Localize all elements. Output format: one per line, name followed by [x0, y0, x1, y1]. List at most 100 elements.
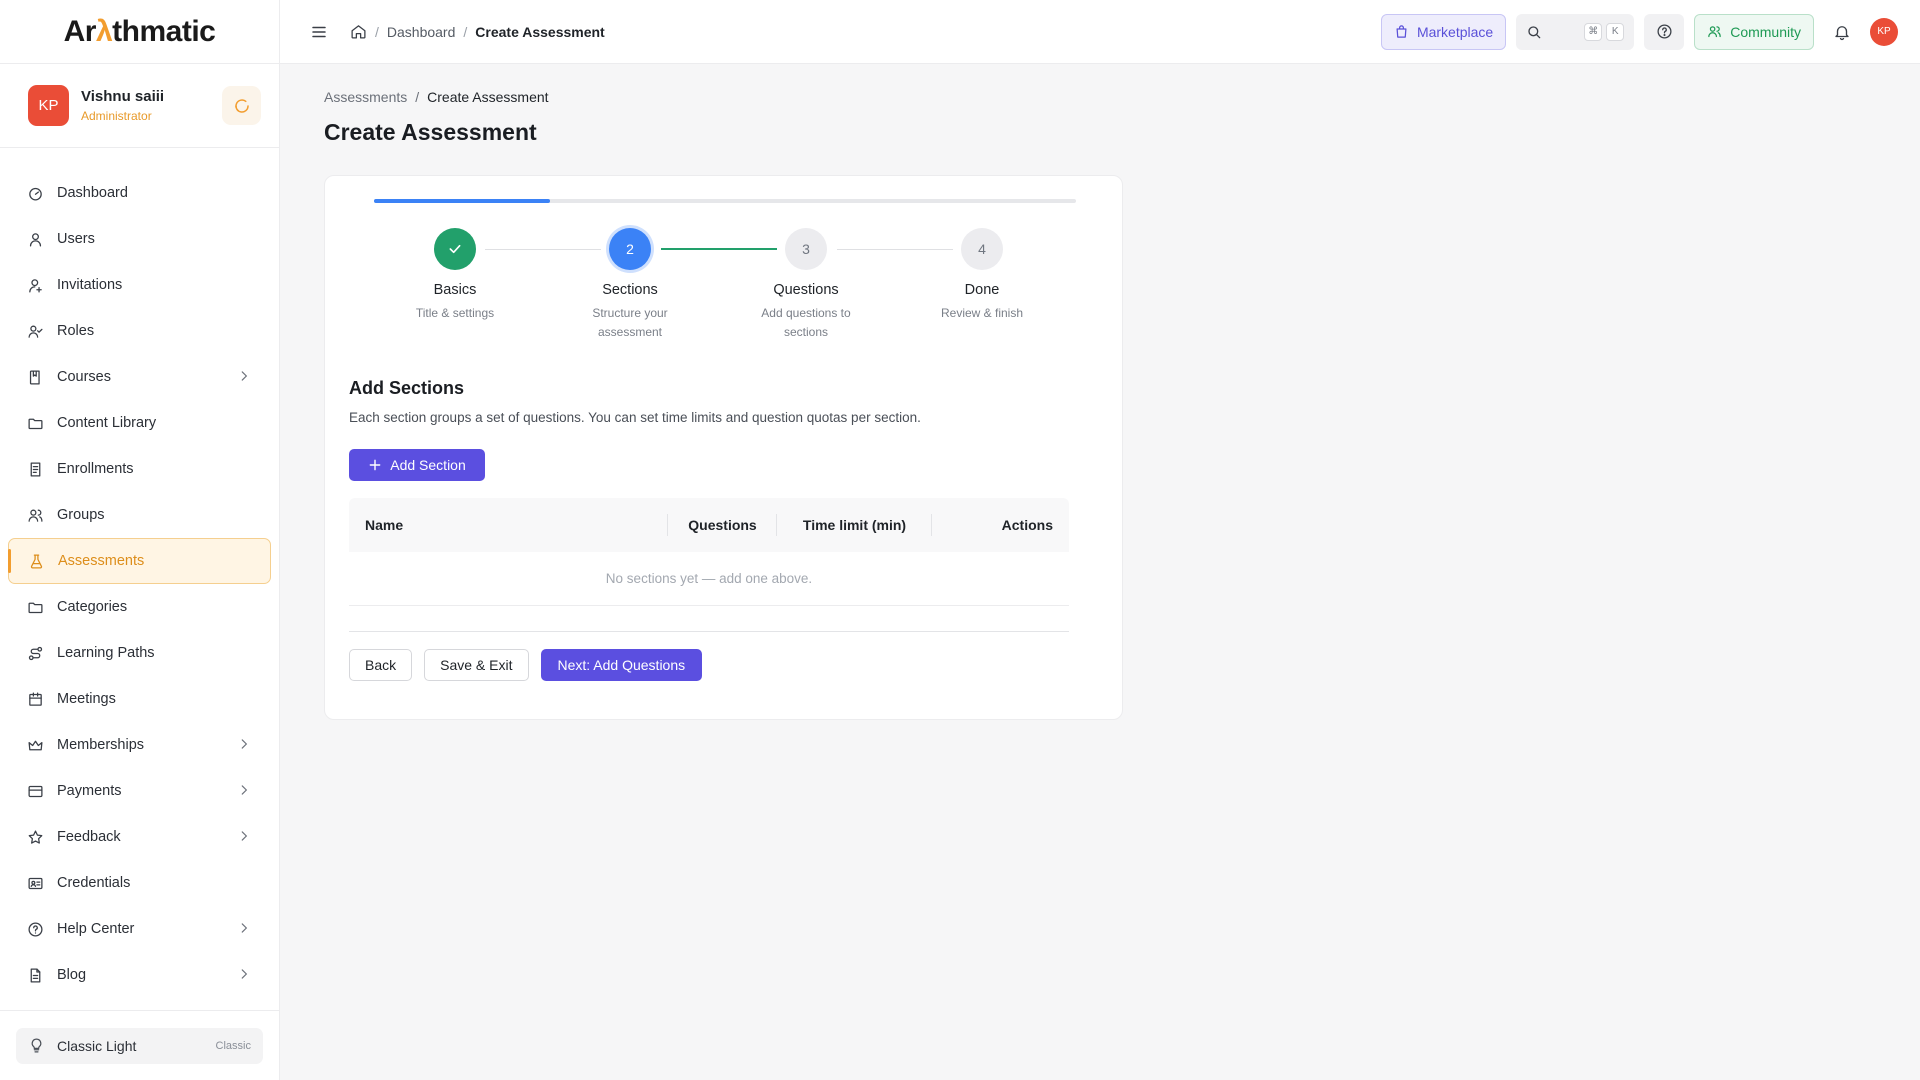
notifications-button[interactable]	[1824, 14, 1860, 50]
sync-icon	[234, 98, 249, 113]
sidebar-item-credentials[interactable]: Credentials	[8, 860, 271, 906]
sidebar-item-feedback[interactable]: Feedback	[8, 814, 271, 860]
lightbulb-icon	[31, 1038, 42, 1053]
step-indicator: 3	[785, 228, 827, 270]
star-icon	[26, 828, 44, 846]
sidebar-item-courses[interactable]: Courses	[8, 354, 271, 400]
user-plus-icon	[26, 276, 44, 294]
user-name: Vishnu saiii	[81, 88, 165, 105]
search-icon	[1528, 25, 1541, 38]
sync-button[interactable]	[222, 86, 261, 125]
sidebar-item-label: Dashboard	[57, 185, 128, 201]
check-icon	[449, 244, 461, 254]
sidebar-item-help-center[interactable]: Help Center	[8, 906, 271, 952]
sidebar-item-categories[interactable]: Categories	[8, 584, 271, 630]
app-logo[interactable]: Ar λ thmatic	[0, 0, 279, 64]
chevron-right-icon	[237, 737, 251, 755]
sidebar-item-groups[interactable]: Groups	[8, 492, 271, 538]
wizard-step-basics[interactable]: Basics Title & settings	[380, 228, 530, 323]
breadcrumb-assessments-link[interactable]: Assessments	[324, 89, 407, 105]
user-icon	[26, 230, 44, 248]
breadcrumb-dashboard-link[interactable]: Dashboard	[387, 24, 456, 40]
next-add-questions-button[interactable]: Next: Add Questions	[540, 649, 703, 681]
user-avatar[interactable]: KP	[28, 85, 69, 126]
help-circle-icon	[26, 920, 44, 938]
marketplace-button[interactable]: Marketplace	[1380, 13, 1507, 50]
section-title: Add Sections	[349, 378, 465, 398]
group-icon	[26, 506, 44, 524]
chevron-right-icon	[237, 829, 251, 847]
footer-divider	[349, 631, 1069, 632]
save-exit-button[interactable]: Save & Exit	[424, 649, 529, 681]
page-breadcrumb: Assessments / Create Assessment	[324, 89, 549, 105]
step-number: 2	[626, 241, 634, 257]
wizard-actions: Back Save & Exit Next: Add Questions	[349, 649, 703, 681]
column-questions[interactable]: Questions	[668, 498, 777, 552]
breadcrumb-current: Create Assessment	[475, 23, 605, 40]
crown-icon	[26, 736, 44, 754]
column-name[interactable]: Name	[349, 498, 668, 552]
back-button[interactable]: Back	[349, 649, 413, 681]
sidebar-item-label: Payments	[57, 783, 122, 799]
menu-toggle-button[interactable]	[308, 21, 330, 43]
plus-icon	[369, 459, 381, 471]
user-card: KP Vishnu saiii Administrator	[0, 64, 279, 148]
home-icon[interactable]	[350, 23, 367, 40]
calendar-icon	[26, 690, 44, 708]
folder-icon	[26, 598, 44, 616]
document-icon	[26, 966, 44, 984]
sidebar-item-memberships[interactable]: Memberships	[8, 722, 271, 768]
sidebar-item-users[interactable]: Users	[8, 216, 271, 262]
help-button[interactable]	[1644, 13, 1685, 50]
wizard-step-done: 4 Done Review & finish	[907, 228, 1057, 323]
sidebar-item-learning-paths[interactable]: Learning Paths	[8, 630, 271, 676]
sidebar-item-label: Learning Paths	[57, 645, 155, 661]
sidebar-nav: Dashboard Users Invitations Roles Courses Con…	[0, 148, 279, 998]
sidebar-item-label: Roles	[57, 323, 95, 339]
theme-label: Classic Light	[57, 1037, 137, 1054]
sidebar-item-roles[interactable]: Roles	[8, 308, 271, 354]
sidebar-item-blog[interactable]: Blog	[8, 952, 271, 998]
step-number: 4	[978, 241, 986, 257]
step-subtitle: Title & settings	[415, 306, 495, 320]
sidebar-item-assessments[interactable]: Assessments	[8, 538, 271, 584]
page-title: Create Assessment	[324, 119, 537, 145]
sidebar-item-payments[interactable]: Payments	[8, 768, 271, 814]
user-role: Administrator	[81, 109, 152, 123]
sidebar-item-dashboard[interactable]: Dashboard	[8, 170, 271, 216]
table-empty-state: No sections yet — add one above.	[349, 552, 1069, 606]
book-icon	[26, 368, 44, 386]
step-title: Sections	[602, 282, 658, 298]
section-description: Each section groups a set of questions. …	[349, 410, 921, 425]
sidebar-item-label: Assessments	[58, 553, 145, 569]
sidebar-item-label: Users	[57, 231, 95, 247]
community-button[interactable]: Community	[1694, 13, 1814, 50]
chevron-right-icon	[237, 369, 251, 387]
sidebar-item-invitations[interactable]: Invitations	[8, 262, 271, 308]
search-button[interactable]: ⌘ K	[1516, 13, 1635, 50]
sidebar-item-meetings[interactable]: Meetings	[8, 676, 271, 722]
sidebar-item-label: Invitations	[57, 277, 123, 293]
step-subtitle: Review & finish	[940, 306, 1024, 320]
column-actions: Actions	[1001, 517, 1053, 533]
community-icon	[1708, 26, 1721, 38]
theme-switcher[interactable]: Classic Light Classic	[16, 1027, 263, 1064]
kbd-k: K	[1606, 22, 1625, 41]
sidebar: Ar λ thmatic KP Vishnu saiii Administrator…	[0, 0, 280, 1080]
step-title: Questions	[773, 282, 839, 298]
profile-avatar[interactable]: KP	[1870, 17, 1898, 46]
sidebar-item-enrollments[interactable]: Enrollments	[8, 446, 271, 492]
sidebar-item-content-library[interactable]: Content Library	[8, 400, 271, 446]
step-title: Basics	[433, 282, 477, 298]
sidebar-item-label: Groups	[57, 507, 105, 523]
clipboard-icon	[26, 460, 44, 478]
theme-badge: Classic	[215, 1039, 251, 1052]
page-header: Assessments / Create Assessment Create A…	[324, 89, 549, 146]
column-time-limit[interactable]: Time limit (min)	[777, 498, 932, 552]
shopping-bag-icon	[1396, 25, 1407, 38]
step-number: 3	[802, 241, 810, 257]
bell-icon	[1835, 25, 1849, 40]
step-indicator: 4	[961, 228, 1003, 270]
hamburger-icon	[312, 26, 326, 37]
add-section-button[interactable]: Add Section	[349, 449, 485, 481]
